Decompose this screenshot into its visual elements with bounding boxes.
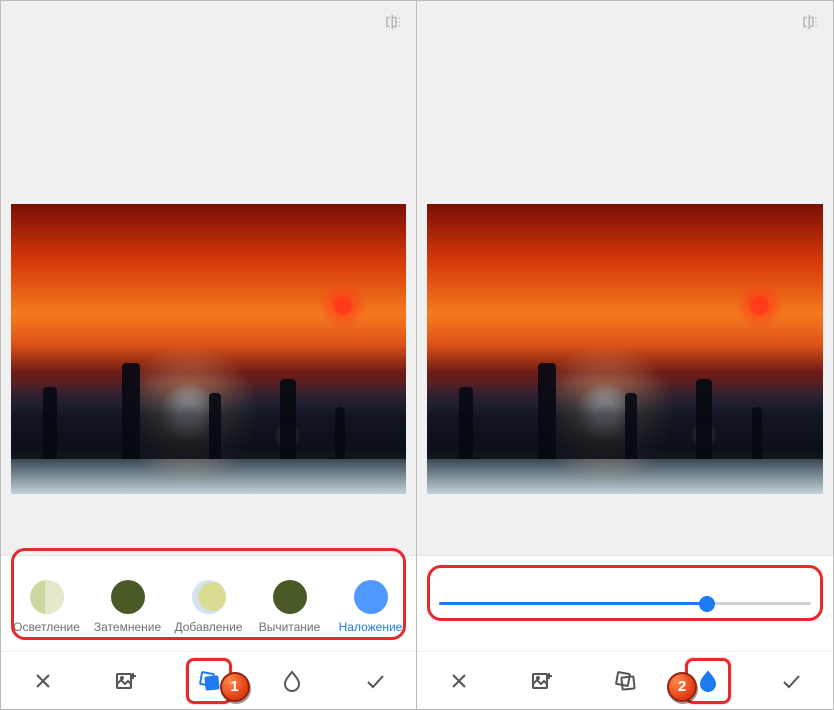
editor-pane-right: 2 [417,0,834,710]
blend-mode-label: Затемнение [94,620,161,634]
blend-mode-lighten[interactable]: Осветление [9,580,84,634]
blend-mode-panel: Осветление Затемнение Добавление Вычитание Н… [1,555,416,651]
blend-mode-overlay[interactable]: Наложение [333,580,408,634]
darken-swatch-icon [111,580,145,614]
compare-icon[interactable] [799,11,821,33]
compare-icon[interactable] [382,11,404,33]
cancel-button[interactable] [440,662,478,700]
blend-mode-darken[interactable]: Затемнение [90,580,165,634]
add-swatch-icon [192,580,226,614]
subtract-swatch-icon [273,580,307,614]
preview-image [427,204,823,494]
callout-badge: 1 [220,672,250,702]
opacity-button[interactable] [273,662,311,700]
blend-mode-label: Вычитание [259,620,321,634]
bottom-toolbar: 1 [1,651,416,709]
slider-thumb[interactable] [699,596,715,612]
apply-button[interactable] [772,662,810,700]
overlay-swatch-icon [354,580,388,614]
blend-mode-button[interactable]: 1 [190,662,228,700]
blend-mode-subtract[interactable]: Вычитание [252,580,327,634]
cancel-button[interactable] [24,662,62,700]
lighten-swatch-icon [30,580,64,614]
editor-pane-left: Осветление Затемнение Добавление Вычитание Н… [0,0,417,710]
topbar [1,1,416,43]
blend-mode-add[interactable]: Добавление [171,580,246,634]
blend-mode-button[interactable] [606,662,644,700]
blend-mode-label: Добавление [175,620,243,634]
blend-mode-label: Наложение [339,620,403,634]
add-image-button[interactable] [523,662,561,700]
topbar [417,1,833,43]
preview-image [11,204,406,494]
opacity-panel [417,555,833,651]
opacity-slider[interactable] [439,602,811,605]
add-image-button[interactable] [107,662,145,700]
bottom-toolbar: 2 [417,651,833,709]
canvas[interactable] [417,43,833,555]
apply-button[interactable] [356,662,394,700]
blend-mode-label: Осветление [13,620,80,634]
opacity-button[interactable]: 2 [689,662,727,700]
canvas[interactable] [1,43,416,555]
callout-badge: 2 [667,672,697,702]
